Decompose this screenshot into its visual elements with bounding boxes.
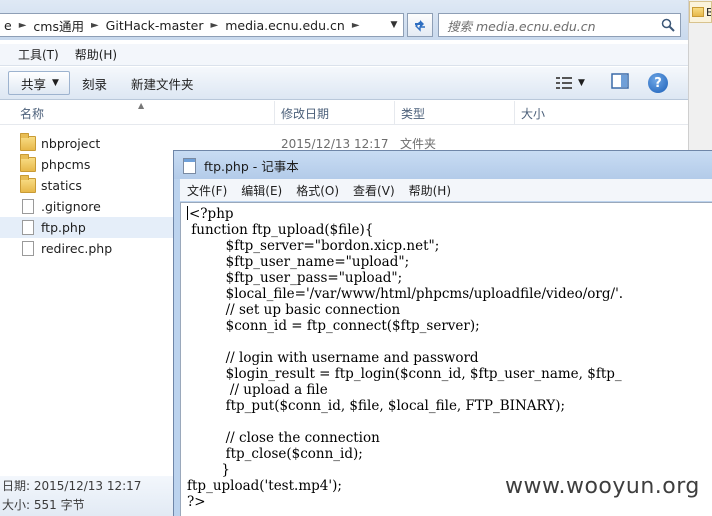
notepad-title-bar[interactable]: ftp.php - 记事本 bbox=[174, 151, 712, 179]
share-button[interactable]: 共享 ▼ bbox=[8, 71, 70, 95]
column-modified[interactable]: 修改日期 bbox=[274, 101, 394, 125]
folder-icon bbox=[692, 7, 704, 17]
preview-pane-icon bbox=[611, 73, 629, 89]
search-icon[interactable] bbox=[661, 18, 675, 32]
column-type[interactable]: 类型 bbox=[394, 101, 514, 125]
list-item[interactable]: statics bbox=[0, 175, 200, 196]
breadcrumb-separator-icon[interactable]: ► bbox=[16, 20, 30, 31]
file-icon bbox=[22, 199, 34, 214]
code-line: $conn_id = ftp_connect($ftp_server); bbox=[187, 318, 480, 334]
notepad-menu-bar: 文件(F) 编辑(E) 格式(O) 查看(V) 帮助(H) bbox=[180, 179, 712, 201]
column-size-label: 大小 bbox=[521, 106, 546, 121]
help-icon[interactable]: ? bbox=[648, 73, 668, 93]
code-line: // login with username and password bbox=[187, 350, 479, 366]
text-cursor bbox=[187, 206, 188, 220]
share-label: 共享 bbox=[21, 76, 47, 92]
file-list: nbproject phpcms statics .gitignore ftp.… bbox=[0, 133, 200, 259]
notepad-text-area[interactable]: <?php function ftp_upload($file){ $ftp_s… bbox=[180, 202, 712, 516]
code-line: // upload a file bbox=[187, 382, 328, 398]
burn-button[interactable]: 刻录 bbox=[70, 71, 119, 95]
new-folder-button[interactable]: 新建文件夹 bbox=[119, 71, 206, 95]
watermark-text: www.wooyun.org bbox=[505, 474, 700, 499]
code-line: $local_file='/var/www/html/phpcms/upload… bbox=[187, 286, 624, 302]
menu-tools[interactable]: 工具(T) bbox=[0, 46, 67, 63]
new-folder-label: 新建文件夹 bbox=[130, 76, 194, 92]
file-name: phpcms bbox=[41, 157, 91, 172]
search-placeholder: 搜索 media.ecnu.edu.cn bbox=[447, 18, 596, 34]
file-name: statics bbox=[41, 178, 82, 193]
file-name: nbproject bbox=[41, 136, 101, 151]
chevron-down-icon: ▼ bbox=[578, 78, 585, 88]
code-line: $ftp_user_name="upload"; bbox=[187, 254, 410, 270]
list-item[interactable]: phpcms bbox=[0, 154, 200, 175]
folder-icon bbox=[20, 154, 36, 172]
address-dropdown-icon[interactable]: ▼ bbox=[385, 14, 403, 36]
view-options-button[interactable]: ▼ bbox=[556, 72, 596, 94]
file-name: ftp.php bbox=[41, 220, 86, 235]
column-modified-label: 修改日期 bbox=[281, 106, 330, 121]
notepad-window: ftp.php - 记事本 文件(F) 编辑(E) 格式(O) 查看(V) 帮助… bbox=[173, 150, 712, 516]
code-line: <?php bbox=[187, 206, 712, 222]
list-item[interactable]: nbproject bbox=[0, 133, 200, 154]
column-type-label: 类型 bbox=[401, 106, 426, 121]
chevron-down-icon: ▼ bbox=[52, 78, 59, 88]
breadcrumb-item[interactable]: GitHack-master bbox=[102, 18, 208, 33]
details-pane: 日期: 2015/12/13 12:17 大小: 551 字节 bbox=[0, 476, 180, 516]
code-line: // set up basic connection bbox=[187, 302, 401, 318]
code-line: $ftp_user_pass="upload"; bbox=[187, 270, 403, 286]
menu-edit[interactable]: 编辑(E) bbox=[234, 182, 289, 199]
side-tab-label: BT bbox=[706, 6, 711, 19]
column-name-label: 名称 bbox=[20, 106, 45, 121]
address-bar[interactable]: e ► cms通用 ► GitHack-master ► media.ecnu.… bbox=[0, 13, 404, 37]
list-item[interactable]: .gitignore bbox=[0, 196, 200, 217]
code-line: $login_result = ftp_login($conn_id, $ftp… bbox=[187, 366, 622, 382]
code-line: ftp_close($conn_id); bbox=[187, 446, 363, 462]
burn-label: 刻录 bbox=[81, 76, 107, 92]
code-line: function ftp_upload($file){ bbox=[187, 222, 374, 238]
side-tab[interactable]: BT bbox=[689, 1, 712, 23]
address-row: e ► cms通用 ► GitHack-master ► media.ecnu.… bbox=[0, 0, 712, 40]
menu-format[interactable]: 格式(O) bbox=[289, 182, 346, 199]
code-line: // close the connection bbox=[187, 430, 380, 446]
menu-view[interactable]: 查看(V) bbox=[346, 182, 402, 199]
breadcrumb-item[interactable]: e bbox=[0, 18, 16, 33]
breadcrumb-separator-icon[interactable]: ► bbox=[88, 20, 102, 31]
notepad-icon bbox=[183, 158, 196, 174]
file-name: redirec.php bbox=[41, 241, 113, 256]
breadcrumb-item[interactable]: cms通用 bbox=[29, 16, 88, 35]
breadcrumb-separator-icon[interactable]: ► bbox=[208, 20, 222, 31]
column-size[interactable]: 大小 bbox=[514, 101, 594, 125]
refresh-icon bbox=[415, 20, 425, 32]
list-item[interactable]: redirec.php bbox=[0, 238, 200, 259]
code-text: <?php bbox=[189, 206, 234, 222]
notepad-title: ftp.php - 记事本 bbox=[204, 158, 299, 174]
view-list-icon bbox=[556, 77, 572, 89]
explorer-toolbar: 共享 ▼ 刻录 新建文件夹 ▼ ? bbox=[0, 67, 688, 100]
folder-icon bbox=[20, 133, 36, 151]
menu-file[interactable]: 文件(F) bbox=[180, 182, 234, 199]
search-input[interactable]: 搜索 media.ecnu.edu.cn bbox=[438, 13, 681, 37]
code-line: $ftp_server="bordon.xicp.net"; bbox=[187, 238, 440, 254]
breadcrumb-separator-icon[interactable]: ► bbox=[349, 20, 363, 31]
preview-pane-button[interactable] bbox=[611, 73, 631, 93]
explorer-menu-bar: 工具(T) 帮助(H) bbox=[0, 44, 688, 66]
refresh-button[interactable] bbox=[407, 13, 433, 37]
file-name: .gitignore bbox=[41, 199, 101, 214]
file-icon bbox=[22, 220, 34, 235]
folder-icon bbox=[20, 175, 36, 193]
column-name[interactable]: 名称 bbox=[14, 101, 274, 125]
code-line: ftp_put($conn_id, $file, $local_file, FT… bbox=[187, 398, 566, 414]
details-size: 大小: 551 字节 bbox=[2, 498, 85, 512]
list-item-selected[interactable]: ftp.php bbox=[0, 217, 178, 238]
details-modified: 日期: 2015/12/13 12:17 bbox=[2, 479, 142, 493]
file-icon bbox=[22, 241, 34, 256]
breadcrumb-item[interactable]: media.ecnu.edu.cn bbox=[221, 18, 349, 33]
column-header: ▲ 名称 修改日期 类型 大小 bbox=[0, 101, 688, 125]
menu-help[interactable]: 帮助(H) bbox=[402, 182, 458, 199]
menu-help[interactable]: 帮助(H) bbox=[67, 46, 125, 63]
